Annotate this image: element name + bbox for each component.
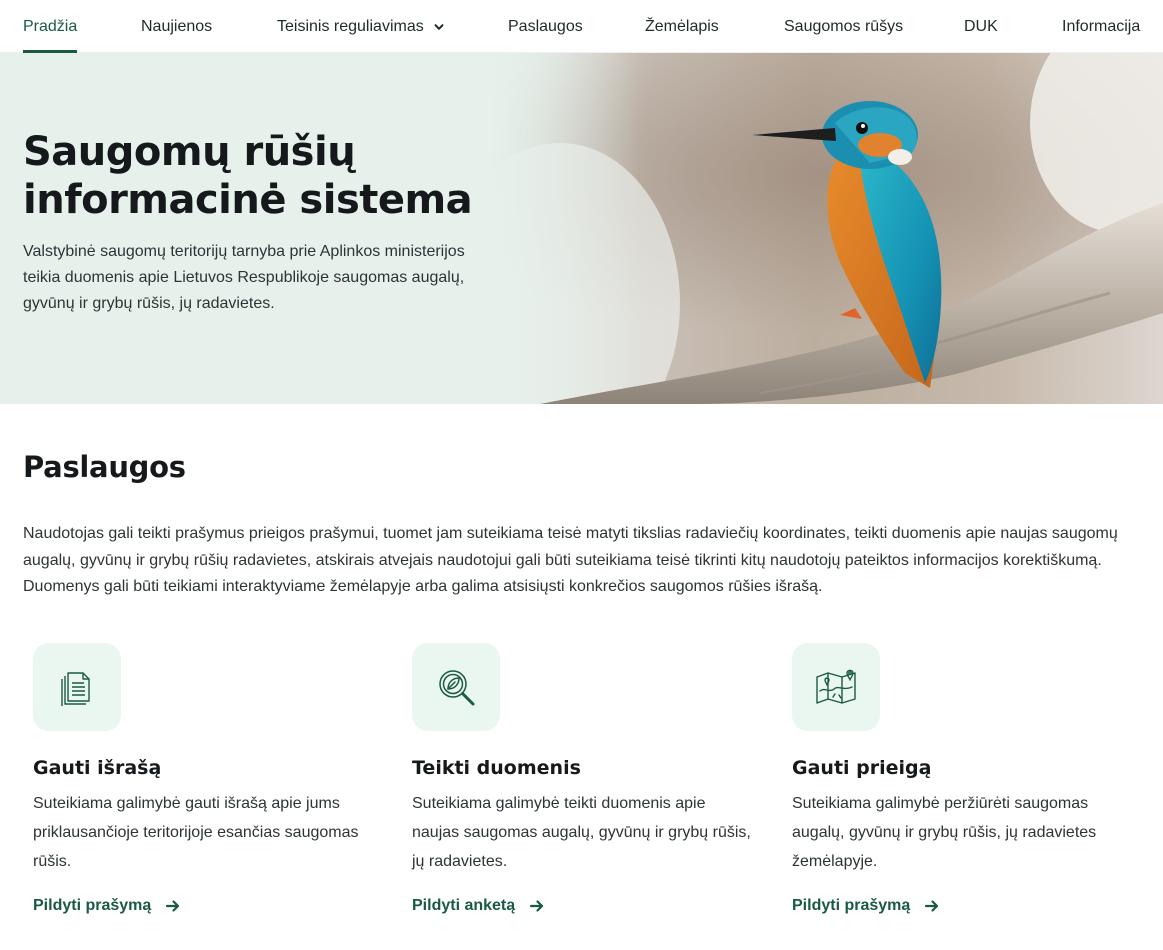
card-icon-box [412, 643, 500, 731]
nav-label: Pradžia [23, 17, 78, 35]
hero-banner: Saugomų rūšių informacinė sistema Valsty… [0, 53, 1163, 404]
service-card-israsas: Gauti išrašą Suteikiama galimybė gauti i… [33, 643, 383, 914]
arrow-right-icon [166, 900, 180, 912]
card-icon-box [33, 643, 121, 731]
card-title: Gauti išrašą [33, 757, 162, 779]
card-icon-box [792, 643, 880, 731]
card-description: Suteikiama galimybė teikti duomenis apie… [412, 795, 751, 870]
nav-label: Naujienos [141, 17, 213, 35]
services-title: Paslaugos [23, 450, 186, 484]
main-nav: Pradžia Naujienos Teisinis reguliavimas … [0, 0, 1163, 53]
map-pins-icon [816, 669, 856, 704]
arrow-right-icon [530, 900, 544, 912]
nav-item-teisinis-reguliavimas[interactable]: Teisinis reguliavimas [277, 0, 445, 53]
hero-description: Valstybinė saugomų teritorijų tarnyba pr… [23, 243, 465, 312]
nav-label: Teisinis reguliavimas [277, 17, 424, 35]
title-line-2: informacinė sistema [23, 177, 473, 223]
link-label: Pildyti prašymą [792, 897, 911, 914]
kingfisher-image [0, 53, 1163, 404]
link-label: Pildyti anketą [412, 897, 516, 914]
card-description: Suteikiama galimybė peržiūrėti saugomas … [792, 795, 1097, 870]
nav-label: Informacija [1062, 17, 1141, 35]
nav-item-pradzia[interactable]: Pradžia [23, 0, 78, 53]
leaf-search-icon [439, 670, 475, 706]
card-title: Gauti prieigą [792, 757, 932, 779]
nav-item-duk[interactable]: DUK [964, 0, 998, 53]
nav-label: Žemėlapis [645, 17, 719, 35]
documents-icon [61, 672, 90, 706]
nav-item-informacija[interactable]: Informacija [1062, 0, 1140, 53]
card-description: Suteikiama galimybė gauti išrašą apie ju… [33, 795, 359, 870]
nav-item-zemelapis[interactable]: Žemėlapis [645, 0, 719, 53]
fill-request-link[interactable]: Pildyti prašymą [33, 897, 181, 915]
nav-item-saugomos-rusys[interactable]: Saugomos rūšys [784, 0, 903, 53]
link-label: Pildyti prašymą [33, 897, 152, 914]
nav-item-paslaugos[interactable]: Paslaugos [508, 0, 583, 53]
nav-label: DUK [964, 17, 998, 35]
fill-form-link[interactable]: Pildyti anketą [412, 897, 545, 915]
service-card-prieiga: Gauti prieigą Suteikiama galimybė peržiū… [792, 643, 1142, 914]
title-line-1: Saugomų rūšių [23, 129, 356, 175]
nav-label: Saugomos rūšys [784, 17, 904, 35]
nav-label: Paslaugos [508, 17, 583, 35]
page-title: Saugomų rūšių informacinė sistema [23, 128, 543, 224]
nav-item-naujienos[interactable]: Naujienos [141, 0, 212, 53]
arrow-right-icon [925, 900, 939, 912]
chevron-down-icon [434, 23, 444, 30]
fill-request-link[interactable]: Pildyti prašymą [792, 897, 940, 915]
service-card-duomenys: Teikti duomenis Suteikiama galimybė teik… [412, 643, 762, 914]
services-description: Naudotojas gali teikti prašymus prieigos… [23, 525, 1118, 595]
card-title: Teikti duomenis [412, 757, 581, 779]
